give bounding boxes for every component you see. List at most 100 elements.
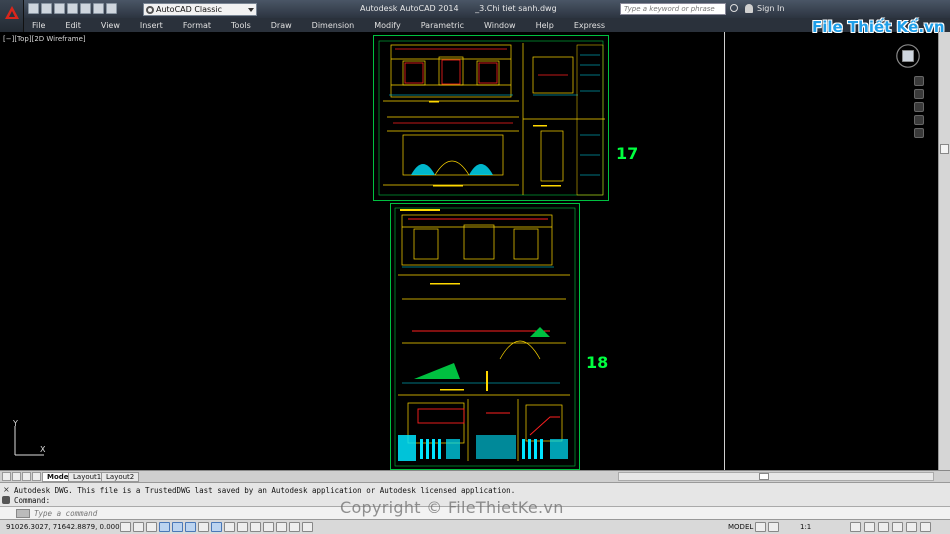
polar-toggle[interactable] xyxy=(172,522,183,532)
next-tab-button[interactable] xyxy=(22,472,31,481)
command-prompt-icon[interactable] xyxy=(16,509,30,518)
vertical-scrollbar[interactable] xyxy=(938,32,950,470)
site-logo: File Thiết Kế.vn xyxy=(812,18,945,42)
infer-constraints-toggle[interactable] xyxy=(120,522,131,532)
grid-toggle[interactable] xyxy=(146,522,157,532)
application-menu-button[interactable] xyxy=(0,0,24,32)
annotation-scale[interactable]: 1:1 xyxy=(800,523,811,531)
lock-icon[interactable] xyxy=(864,522,875,532)
drafting-toggles xyxy=(120,522,313,532)
command-history-line: Command: xyxy=(14,496,51,505)
sheet-number-17: 17 xyxy=(616,144,639,163)
undo-icon[interactable] xyxy=(93,3,104,14)
layout-view-buttons xyxy=(755,522,779,532)
gear-icon xyxy=(146,6,154,14)
menu-window[interactable]: Window xyxy=(484,21,516,30)
drawing-sheet-17 xyxy=(373,35,609,201)
search-icon[interactable] xyxy=(730,4,738,12)
menu-tools[interactable]: Tools xyxy=(231,21,251,30)
drawing-sheet-18 xyxy=(390,203,580,470)
save-icon[interactable] xyxy=(54,3,65,14)
ucs-x-label: X xyxy=(40,445,46,454)
clean-screen-icon[interactable] xyxy=(920,522,931,532)
menu-dimension[interactable]: Dimension xyxy=(312,21,355,30)
menu-insert[interactable]: Insert xyxy=(140,21,163,30)
menu-edit[interactable]: Edit xyxy=(65,21,81,30)
plot-icon[interactable] xyxy=(80,3,91,14)
quick-view-drawings-icon[interactable] xyxy=(768,522,779,532)
site-logo-text: File Thiết Kế.vn xyxy=(812,18,945,36)
sign-in-button[interactable]: Sign In xyxy=(757,4,784,13)
annotation-monitor-toggle[interactable] xyxy=(302,522,313,532)
dyn-toggle[interactable] xyxy=(237,522,248,532)
ucs-icon: Y X xyxy=(12,420,46,456)
layout-tabs-bar: Model Layout1 Layout2 xyxy=(0,470,950,482)
vertical-scrollbar-thumb[interactable] xyxy=(940,144,949,154)
quick-access-toolbar xyxy=(28,3,117,14)
viewport-controls[interactable]: [−][Top][2D Wireframe] xyxy=(3,35,86,43)
first-tab-button[interactable] xyxy=(2,472,11,481)
prev-tab-button[interactable] xyxy=(12,472,21,481)
user-icon xyxy=(745,4,753,13)
app-title: Autodesk AutoCAD 2014 xyxy=(360,4,459,13)
quick-view-layouts-icon[interactable] xyxy=(755,522,766,532)
zoom-icon[interactable] xyxy=(914,102,924,112)
workspace-switch-icon[interactable] xyxy=(850,522,861,532)
otrack-toggle[interactable] xyxy=(211,522,222,532)
hardware-acceleration-icon[interactable] xyxy=(878,522,889,532)
menu-file[interactable]: File xyxy=(32,21,45,30)
status-menu-icon[interactable] xyxy=(906,522,917,532)
coordinate-readout[interactable]: 91026.3027, 71642.8879, 0.0000 xyxy=(6,523,124,531)
workspace-dropdown[interactable]: AutoCAD Classic xyxy=(143,3,257,16)
new-file-icon[interactable] xyxy=(28,3,39,14)
transparency-toggle[interactable] xyxy=(263,522,274,532)
3d-osnap-toggle[interactable] xyxy=(198,522,209,532)
title-bar: AutoCAD Classic Autodesk AutoCAD 2014 _3… xyxy=(0,0,950,18)
horizontal-scrollbar-thumb[interactable] xyxy=(759,473,769,480)
ducs-toggle[interactable] xyxy=(224,522,235,532)
copyright-watermark: Copyright © FileThietKe.vn xyxy=(340,498,564,517)
file-name: _3.Chi tiet sanh.dwg xyxy=(475,4,557,13)
status-tray xyxy=(850,522,931,532)
orbit-icon[interactable] xyxy=(914,115,924,125)
lineweight-toggle[interactable] xyxy=(250,522,261,532)
selection-cycling-toggle[interactable] xyxy=(289,522,300,532)
drawing-canvas[interactable]: [−][Top][2D Wireframe] 17 18 Y X xyxy=(0,32,938,470)
menu-parametric[interactable]: Parametric xyxy=(421,21,464,30)
isolate-objects-icon[interactable] xyxy=(892,522,903,532)
workspace-label: AutoCAD Classic xyxy=(156,5,223,14)
window-title: Autodesk AutoCAD 2014 _3.Chi tiet sanh.d… xyxy=(360,4,557,13)
snap-toggle[interactable] xyxy=(133,522,144,532)
tab-layout2[interactable]: Layout2 xyxy=(101,472,140,482)
showmotion-icon[interactable] xyxy=(914,128,924,138)
menu-help[interactable]: Help xyxy=(536,21,554,30)
crosshair-line xyxy=(724,32,725,470)
menu-view[interactable]: View xyxy=(101,21,120,30)
quick-properties-toggle[interactable] xyxy=(276,522,287,532)
menu-express[interactable]: Express xyxy=(574,21,605,30)
redo-icon[interactable] xyxy=(106,3,117,14)
osnap-toggle[interactable] xyxy=(185,522,196,532)
pan-icon[interactable] xyxy=(914,89,924,99)
autocad-logo-icon xyxy=(5,6,19,19)
menu-draw[interactable]: Draw xyxy=(271,21,292,30)
close-icon[interactable]: × xyxy=(3,486,10,494)
autocad-window: AutoCAD Classic Autodesk AutoCAD 2014 _3… xyxy=(0,0,950,534)
navigation-bar xyxy=(914,76,926,156)
horizontal-scrollbar[interactable] xyxy=(618,472,934,481)
viewcube-icon[interactable] xyxy=(892,40,924,72)
save-as-icon[interactable] xyxy=(67,3,78,14)
last-tab-button[interactable] xyxy=(32,472,41,481)
chevron-down-icon xyxy=(248,8,254,12)
status-bar: 91026.3027, 71642.8879, 0.0000 MODEL 1:1 xyxy=(0,519,950,534)
menu-format[interactable]: Format xyxy=(183,21,211,30)
command-history-line: Autodesk DWG. This file is a TrustedDWG … xyxy=(14,486,516,495)
help-search-input[interactable]: Type a keyword or phrase xyxy=(620,3,726,15)
steering-wheel-icon[interactable] xyxy=(914,76,924,86)
open-file-icon[interactable] xyxy=(41,3,52,14)
menu-modify[interactable]: Modify xyxy=(374,21,401,30)
ucs-y-label: Y xyxy=(12,420,18,428)
wrench-icon[interactable] xyxy=(2,496,10,504)
ortho-toggle[interactable] xyxy=(159,522,170,532)
model-space-button[interactable]: MODEL xyxy=(728,523,753,531)
